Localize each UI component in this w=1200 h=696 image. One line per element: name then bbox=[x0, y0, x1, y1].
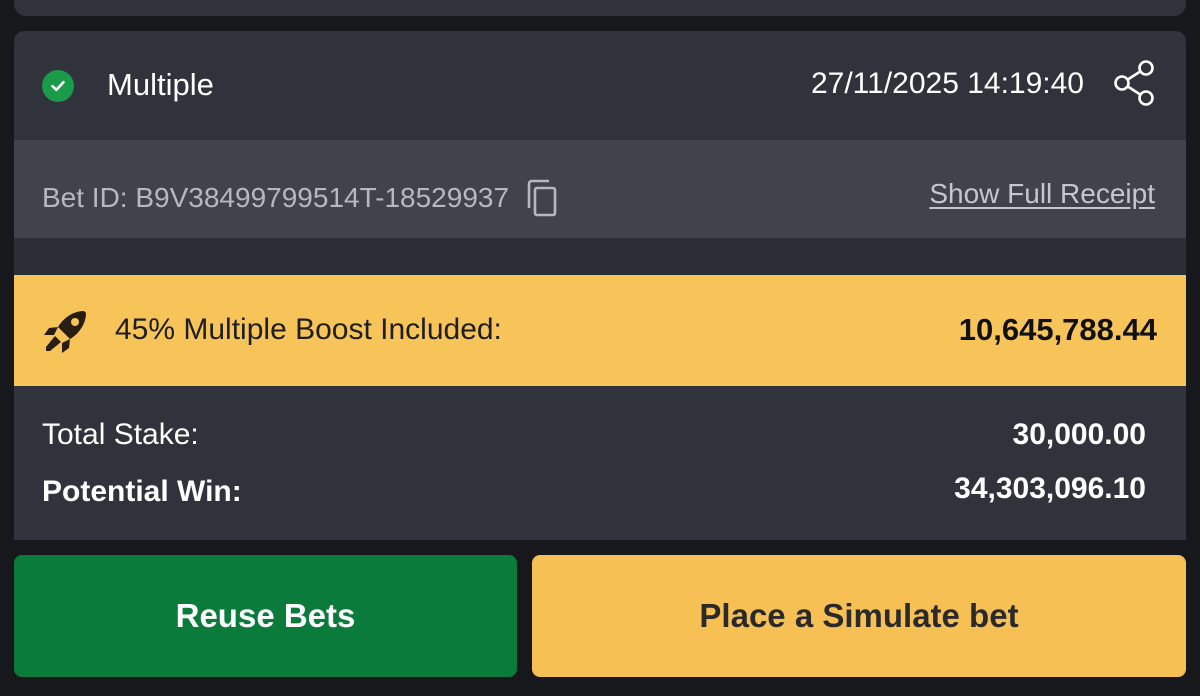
rocket-icon bbox=[40, 305, 92, 357]
place-simulate-bet-button[interactable]: Place a Simulate bet bbox=[532, 555, 1186, 677]
bet-header: Multiple 27/11/2025 14:19:40 bbox=[14, 31, 1186, 140]
multiple-boost-banner: 45% Multiple Boost Included: 10,645,788.… bbox=[14, 275, 1186, 386]
bet-receipt-screen: Multiple 27/11/2025 14:19:40 Bet ID: B9V… bbox=[0, 0, 1200, 696]
bet-datetime: 27/11/2025 14:19:40 bbox=[810, 67, 1084, 100]
check-circle-icon bbox=[42, 70, 74, 102]
boost-value: 10,645,788.44 bbox=[958, 312, 1157, 347]
divider bbox=[14, 238, 1186, 275]
show-full-receipt-link[interactable]: Show Full Receipt bbox=[929, 178, 1155, 210]
bet-card: Multiple 27/11/2025 14:19:40 Bet ID: B9V… bbox=[14, 31, 1186, 540]
copy-icon[interactable] bbox=[523, 178, 561, 218]
share-icon[interactable] bbox=[1112, 59, 1158, 107]
bet-id: Bet ID: B9V38499799514T-18529937 bbox=[42, 182, 510, 213]
bet-id-group: Bet ID: B9V38499799514T-18529937 bbox=[42, 178, 561, 218]
total-stake-label: Total Stake: bbox=[42, 418, 199, 451]
previous-bet-card bbox=[14, 0, 1186, 16]
bet-totals: Total Stake: 30,000.00 Potential Win: 34… bbox=[14, 386, 1186, 540]
potential-win-label: Potential Win: bbox=[42, 475, 242, 508]
total-stake-value: 30,000.00 bbox=[1012, 418, 1146, 451]
bet-id-row: Bet ID: B9V38499799514T-18529937 Show Fu… bbox=[14, 140, 1186, 238]
potential-win-value: 34,303,096.10 bbox=[954, 472, 1146, 505]
reuse-bets-button[interactable]: Reuse Bets bbox=[14, 555, 517, 677]
boost-label: 45% Multiple Boost Included: bbox=[115, 313, 502, 346]
bet-type: Multiple bbox=[107, 67, 214, 102]
